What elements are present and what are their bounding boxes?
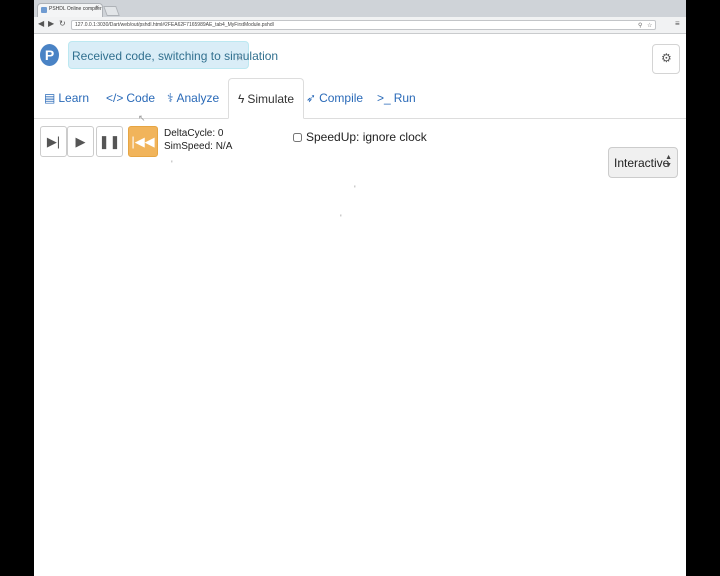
tab-code[interactable]: </> Code: [106, 78, 155, 118]
favicon-icon: [41, 7, 47, 13]
pause-icon: ❚❚: [98, 134, 121, 149]
main-tabs: ▤ Learn </> Code ⚕ Analyze ϟ Simulate ➶ Compi…: [34, 78, 686, 119]
browser-tab[interactable]: PSHDL Online compiler ×: [37, 3, 103, 17]
speedup-toggle[interactable]: SpeedUp: ignore clock: [293, 130, 427, 144]
tab-close-icon[interactable]: ×: [95, 5, 99, 11]
menu-icon[interactable]: ≡: [675, 19, 680, 28]
cursor-mark: ↖: [138, 113, 146, 123]
browser-tab-strip: PSHDL Online compiler ×: [34, 0, 686, 17]
browser-toolbar: ◀ ▶ ↻ 127.0.0.1:3030/Dart/web/out/pshdl.…: [34, 17, 686, 34]
reload-icon[interactable]: ↻: [59, 19, 66, 28]
tab-analyze[interactable]: ⚕ Analyze: [167, 78, 219, 118]
tab-compile[interactable]: ➶ Compile: [306, 78, 363, 118]
book-icon: ▤: [44, 91, 56, 105]
speedup-label: SpeedUp: ignore clock: [306, 130, 427, 144]
new-tab-button[interactable]: [103, 6, 120, 16]
address-url: 127.0.0.1:3030/Dart/web/out/pshdl.html#2…: [75, 22, 274, 28]
bookmark-star-icon[interactable]: ☆: [647, 22, 652, 29]
rocket-icon: ➶: [306, 91, 317, 105]
tab-label: Learn: [58, 91, 90, 105]
sim-speed-value: N/A: [215, 141, 233, 152]
address-bar[interactable]: 127.0.0.1:3030/Dart/web/out/pshdl.html#2…: [71, 20, 656, 30]
stray-mark: ': [354, 184, 356, 194]
gear-icon: ⚙: [661, 51, 672, 65]
stethoscope-icon: ⚕: [167, 91, 174, 105]
stray-mark: ': [340, 213, 342, 223]
tab-simulate[interactable]: ϟ Simulate: [228, 78, 305, 119]
play-icon: ▶: [75, 134, 86, 149]
fast-backward-icon: |◀◀: [131, 134, 155, 149]
alert-close-icon[interactable]: ×: [236, 50, 244, 65]
tab-learn[interactable]: ▤ Learn: [44, 78, 89, 118]
bolt-icon: ϟ: [238, 92, 245, 106]
back-arrow-icon[interactable]: ◀: [38, 19, 44, 28]
tab-label: Analyze: [176, 91, 220, 105]
sim-speed-readout: SimSpeed: N/A: [164, 141, 233, 152]
delta-cycle-value: 0: [217, 128, 224, 139]
search-icon[interactable]: ⚲: [638, 22, 642, 29]
code-icon: </>: [106, 91, 124, 105]
tab-label: Simulate: [247, 92, 295, 106]
pause-button[interactable]: ❚❚: [96, 126, 123, 157]
browser-tab-title: PSHDL Online compiler: [49, 6, 102, 12]
step-forward-icon: ▶|: [46, 134, 61, 149]
play-button[interactable]: ▶: [67, 126, 94, 157]
tab-label: Run: [393, 91, 416, 105]
pshdl-logo: P: [40, 44, 59, 66]
settings-button[interactable]: ⚙: [652, 44, 680, 74]
forward-arrow-icon[interactable]: ▶: [48, 19, 54, 28]
simulation-mode-select[interactable]: Interactive ▲ ▼: [608, 147, 678, 178]
speedup-checkbox[interactable]: [293, 133, 302, 142]
stray-mark: ': [171, 159, 173, 169]
tab-run[interactable]: >_ Run: [377, 78, 416, 118]
terminal-icon: >_: [377, 91, 391, 105]
tab-label: Compile: [319, 91, 364, 105]
app-window: PSHDL Online compiler × ◀ ▶ ↻ 127.0.0.1:…: [34, 0, 686, 576]
delta-cycle-readout: DeltaCycle: 0: [164, 128, 224, 139]
tab-label: Code: [126, 91, 156, 105]
reset-button[interactable]: |◀◀: [128, 126, 158, 157]
alert-message: Received code, switching to simulation: [72, 49, 279, 63]
step-button[interactable]: ▶|: [40, 126, 67, 157]
status-alert: Received code, switching to simulation ×: [68, 41, 278, 69]
mode-select-value: Interactive: [614, 156, 670, 170]
select-arrows-icon: ▲ ▼: [665, 154, 672, 169]
